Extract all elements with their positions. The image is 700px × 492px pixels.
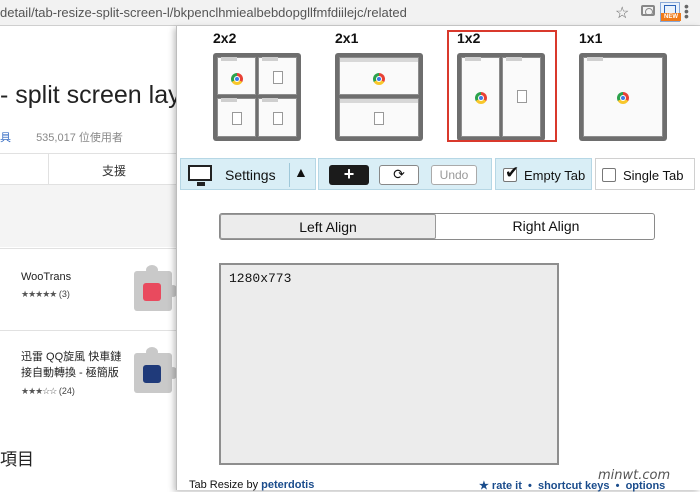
tab-resize-popup: 2x2 2x1 1x2 1x1 Settings ▲ + ⟳ Undo ✔ Em… xyxy=(176,26,700,492)
layout-1x1[interactable]: 1x1 xyxy=(543,29,667,145)
watermark: minwt.com xyxy=(598,468,671,483)
app-rating: ★★★☆☆ (24) xyxy=(21,386,75,397)
rate-it-link[interactable]: ★ rate it xyxy=(479,480,522,492)
url-text[interactable]: detail/tab-resize-split-screen-l/bkpencl… xyxy=(0,5,407,20)
rating-count: (3) xyxy=(58,289,70,299)
layout-label: 2x1 xyxy=(335,30,359,46)
app-rating: ★★★★★ (3) xyxy=(21,289,70,300)
right-align-button[interactable]: Right Align xyxy=(438,214,654,239)
app-icon xyxy=(143,365,161,383)
chevron-up-icon[interactable]: ▲ xyxy=(294,164,308,180)
new-badge: NEW xyxy=(661,13,681,21)
address-bar[interactable]: detail/tab-resize-split-screen-l/bkpencl… xyxy=(0,0,700,26)
divider xyxy=(0,153,176,154)
layout-preview xyxy=(335,53,423,141)
layout-2x2[interactable]: 2x2 xyxy=(177,29,301,145)
extension-new-icon[interactable]: NEW xyxy=(660,2,681,22)
tab-strip xyxy=(221,98,237,102)
background-page: - split screen layo 具 535,017 位使用者 支援 Wo… xyxy=(0,27,195,490)
menu-icon[interactable]: • • • xyxy=(684,0,689,23)
rating-count: (24) xyxy=(58,386,75,396)
add-button[interactable]: + xyxy=(329,165,369,185)
refresh-button[interactable]: ⟳ xyxy=(379,165,419,185)
single-tab-checkbox[interactable] xyxy=(602,168,616,182)
star-rating: ★★★★★ xyxy=(21,289,57,299)
settings-section[interactable]: Settings ▲ xyxy=(180,158,316,190)
resolution-text: 1280x773 xyxy=(229,271,292,286)
puzzle-icon xyxy=(134,265,178,311)
screen-resolution-box: 1280x773 xyxy=(219,263,559,465)
author-link[interactable]: peterdotis xyxy=(261,479,314,491)
category-link[interactable]: 具 xyxy=(0,132,11,144)
section-heading: 項目 xyxy=(0,450,34,469)
layout-preview xyxy=(579,53,667,141)
app-name: WooTrans xyxy=(21,271,72,283)
chrome-logo-icon xyxy=(617,92,629,104)
tab-strip xyxy=(262,98,278,102)
selected-layout-highlight xyxy=(447,30,557,142)
left-align-button[interactable]: Left Align xyxy=(220,214,436,239)
star-rating: ★★★☆☆ xyxy=(21,386,57,396)
blank-page-icon xyxy=(232,112,242,125)
divider xyxy=(48,154,49,184)
extension-title: - split screen layo xyxy=(0,81,195,109)
tab-strip xyxy=(340,58,418,62)
settings-label[interactable]: Settings xyxy=(225,167,276,183)
undo-button[interactable]: Undo xyxy=(431,165,477,185)
blank-page-icon xyxy=(374,112,384,125)
window-preview xyxy=(217,57,256,95)
layout-preview xyxy=(213,53,301,141)
layout-label: 1x1 xyxy=(579,30,603,46)
tab-strip xyxy=(262,57,278,61)
tab-strip xyxy=(340,99,418,103)
single-tab-option[interactable]: Single Tab xyxy=(595,158,695,190)
tab-strip xyxy=(587,57,603,61)
window-preview xyxy=(339,57,419,95)
footer-prefix: Tab Resize by xyxy=(189,479,259,491)
gray-band xyxy=(0,185,176,247)
window-preview xyxy=(217,98,256,137)
monitor-icon xyxy=(188,165,212,186)
camera-icon[interactable] xyxy=(641,5,655,16)
chrome-logo-icon xyxy=(373,73,385,85)
layout-2x1[interactable]: 2x1 xyxy=(299,29,423,145)
empty-tab-option[interactable]: Empty Tab xyxy=(495,158,592,190)
tab-support[interactable]: 支援 xyxy=(102,162,126,179)
actions-section: + ⟳ Undo xyxy=(318,158,492,190)
window-preview xyxy=(339,98,419,137)
tab-strip xyxy=(221,57,237,61)
list-item[interactable]: 迅雷 QQ旋風 快車鏈接自動轉換 - 極簡版 ★★★☆☆ (24) xyxy=(0,330,178,410)
user-count: 535,017 位使用者 xyxy=(36,132,123,144)
empty-tab-label: Empty Tab xyxy=(524,168,586,183)
divider xyxy=(289,163,290,187)
blank-page-icon xyxy=(273,112,283,125)
app-icon xyxy=(143,283,161,301)
layout-label: 2x2 xyxy=(213,30,237,46)
blank-page-icon xyxy=(273,71,283,84)
popup-toolbar: Settings ▲ + ⟳ Undo Empty Tab Single Tab xyxy=(177,156,700,192)
window-preview xyxy=(583,57,663,137)
star-icon[interactable]: ☆ xyxy=(615,3,629,23)
app-name: 迅雷 QQ旋風 快車鏈接自動轉換 - 極簡版 xyxy=(21,351,122,379)
window-preview xyxy=(258,57,297,95)
chrome-logo-icon xyxy=(231,73,243,85)
puzzle-icon xyxy=(134,347,178,393)
alignment-toggle: Left Align Right Align xyxy=(219,213,655,240)
list-item[interactable]: WooTrans ★★★★★ (3) xyxy=(0,248,178,330)
window-preview xyxy=(258,98,297,137)
extension-meta: 具 535,017 位使用者 xyxy=(0,129,123,145)
single-tab-label: Single Tab xyxy=(623,168,684,183)
empty-tab-checkbox[interactable] xyxy=(503,163,519,183)
